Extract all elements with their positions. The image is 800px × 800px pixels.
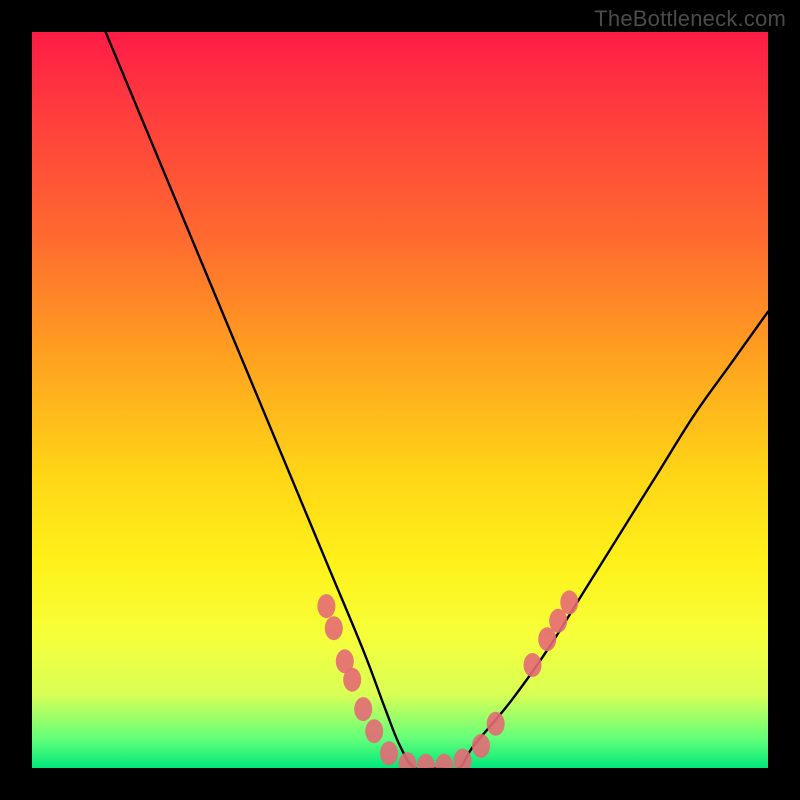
chart-frame: TheBottleneck.com [0, 0, 800, 800]
data-marker [317, 594, 335, 618]
data-marker [354, 697, 372, 721]
bottleneck-curve [106, 32, 768, 768]
data-marker [380, 741, 398, 765]
data-marker [560, 590, 578, 614]
data-marker [487, 712, 505, 736]
curve-svg [32, 32, 768, 768]
watermark-text: TheBottleneck.com [594, 6, 786, 32]
data-marker [325, 616, 343, 640]
plot-area [32, 32, 768, 768]
data-marker [435, 754, 453, 768]
data-marker [524, 653, 542, 677]
data-marker [472, 734, 490, 758]
data-marker [365, 719, 383, 743]
data-marker [398, 752, 416, 768]
data-marker [417, 754, 435, 768]
marker-group [317, 590, 578, 768]
data-marker [343, 668, 361, 692]
